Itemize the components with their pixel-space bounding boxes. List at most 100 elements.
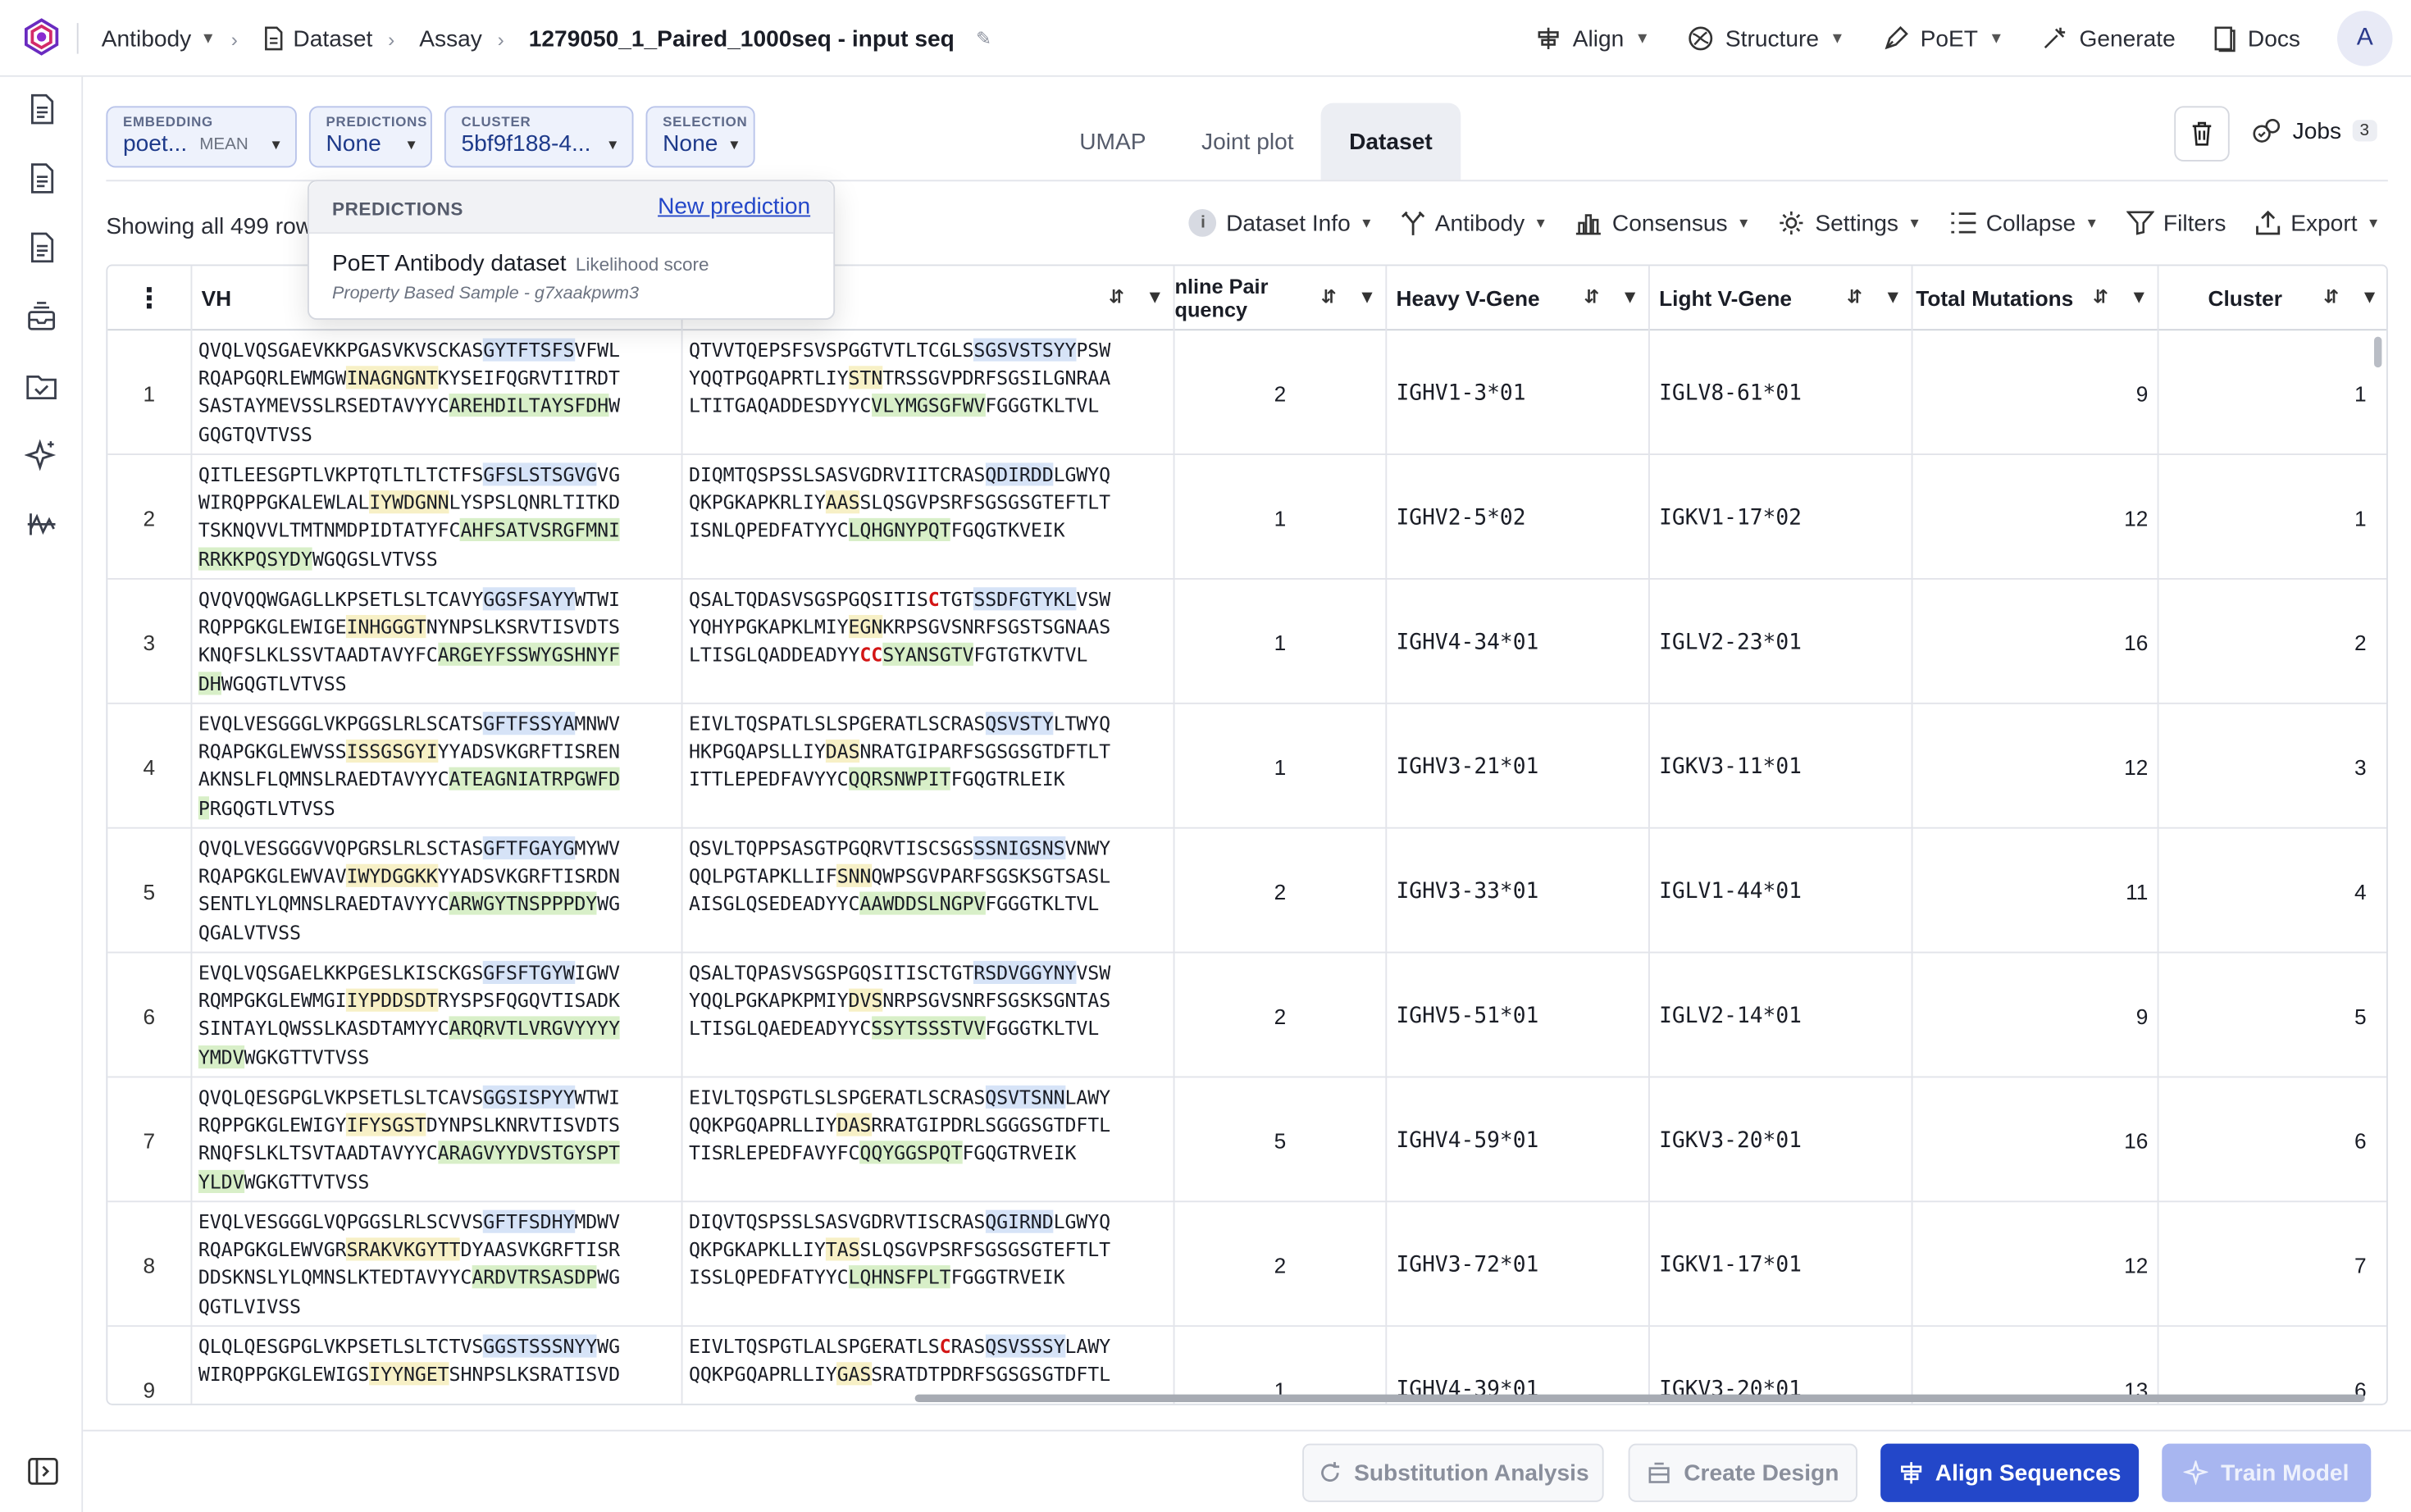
vl-cell[interactable]: QSALTQPASVSGSPGQSITISCTGTRSDVGGYNYVSW YQ… (683, 953, 1175, 1078)
app-logo-icon[interactable] (21, 17, 62, 57)
nav-structure[interactable]: Structure ▼ (1687, 25, 1845, 52)
table-row[interactable]: 3 QVQVQQWGAGLLKPSETLSLTCAVYGGSFSAYYWTWI R… (107, 579, 2386, 704)
embedding-select[interactable]: EMBEDDING poet... MEAN ▼ (106, 106, 297, 168)
vertical-scrollbar[interactable] (2374, 336, 2382, 368)
vh-cell[interactable]: QITLEESGPTLVKPTQTLTLTCTFSGFSLSTSGVGVG WI… (192, 455, 683, 580)
breadcrumb-antibody[interactable]: Antibody ▼ (102, 25, 216, 52)
vh-cell[interactable]: EVQLVESGGGLVQPGGSLRLSCVVSGFTFSDHYMDWV RQ… (192, 1202, 683, 1328)
breadcrumb-assay[interactable]: › Assay (372, 25, 482, 52)
cdr3-region: LQHGNYPQT (848, 518, 951, 542)
folder-check-icon[interactable] (25, 369, 58, 403)
nav-generate[interactable]: Generate (2041, 25, 2176, 52)
table-row[interactable]: 1 QVQLVQSGAEVKKPGASVKVSCKASGYTFTSFSVFWL R… (107, 330, 2386, 455)
view-tabs: UMAP Joint plot Dataset (1052, 102, 1461, 180)
column-header-cluster[interactable]: Cluster ⇵ ▼ (2159, 266, 2387, 330)
horizontal-scrollbar[interactable] (914, 1394, 2365, 1402)
tab-dataset[interactable]: Dataset (1321, 102, 1461, 180)
prediction-option[interactable]: PoET Antibody dataset Likelihood score (332, 251, 709, 277)
predictions-select[interactable]: PREDICTIONS None ▼ (308, 106, 432, 168)
cdr1-region: GGSISPYY (483, 1085, 575, 1109)
nav-poet[interactable]: PoET ▼ (1882, 25, 2004, 52)
table-row[interactable]: 4 EVQLVESGGGLVKPGGSLRLSCATSGFTFSSYAMNWV R… (107, 704, 2386, 829)
vh-cell[interactable]: EVQLVESGGGLVKPGGSLRLSCATSGFTFSSYAMNWV RQ… (192, 704, 683, 829)
column-header-light-vgene[interactable]: Light V-Gene ⇵ ▼ (1650, 266, 1913, 331)
column-header-pair-frequency[interactable]: nline Pair quency ⇵ ▼ (1175, 266, 1388, 331)
document-icon[interactable] (25, 162, 58, 195)
export-button[interactable]: Export ▼ (2254, 209, 2381, 237)
edit-pencil-icon[interactable]: ✎ (976, 28, 991, 49)
jobs-button[interactable]: Jobs 3 (2251, 117, 2377, 145)
table-row[interactable]: 2 QITLEESGPTLVKPTQTLTLTCTFSGFSLSTSGVGVG W… (107, 455, 2386, 580)
create-design-button[interactable]: Create Design (1628, 1443, 1857, 1502)
filter-icon[interactable]: ▼ (2130, 286, 2148, 307)
vl-cell[interactable]: EIVLTQSPGTLALSPGERATLSCRASQSVSSSYLAWY QQ… (683, 1327, 1175, 1404)
inbox-stack-icon[interactable] (25, 300, 58, 334)
vl-cell[interactable]: DIQMTQSPSSLSASVGDRVIITCRASQDIRDDLGWYQ QK… (683, 455, 1175, 580)
cdr3-region: QQYGGSPQT (859, 1141, 963, 1165)
substitution-analysis-button[interactable]: Substitution Analysis (1302, 1443, 1604, 1502)
light-vgene-cell: IGLV1-44*01 (1650, 828, 1913, 954)
sort-icon[interactable]: ⇵ (1584, 286, 1599, 307)
breadcrumb-dataset[interactable]: › Dataset (216, 25, 373, 52)
vl-cell[interactable]: EIVLTQSPGTLSLSPGERATLSCRASQSVTSNNLAWY QQ… (683, 1077, 1175, 1203)
column-header-total-mutations[interactable]: Total Mutations ⇵ ▼ (1913, 266, 2159, 331)
filter-icon[interactable]: ▼ (1884, 286, 1902, 307)
sort-icon[interactable]: ⇵ (2323, 286, 2339, 307)
table-row[interactable]: 8 EVQLVESGGGLVQPGGSLRLSCVVSGFTFSDHYMDWV R… (107, 1202, 2386, 1328)
column-header-heavy-vgene[interactable]: Heavy V-Gene ⇵ ▼ (1387, 266, 1650, 331)
sort-icon[interactable]: ⇵ (1321, 286, 1337, 309)
avatar[interactable]: A (2337, 11, 2393, 66)
table-row[interactable]: 9 QLQLQESGPGLVKPSETLSLTCTVSGGSTSSSNYYWG W… (107, 1327, 2386, 1404)
nav-docs[interactable]: Docs (2213, 25, 2300, 52)
vh-cell[interactable]: QVQLVESGGGVVQPGRSLRLSCTASGFTFGAYGMYWV RQ… (192, 828, 683, 954)
vl-cell[interactable]: QTVVTQEPSFSVSPGGTVTLTCGLSSGSVSTSYYPSW YQ… (683, 330, 1175, 455)
table-row[interactable]: 5 QVQLVESGGGVVQPGRSLRLSCTASGFTFGAYGMYWV R… (107, 828, 2386, 954)
create-design-label: Create Design (1684, 1460, 1839, 1487)
sidebar-expand-icon[interactable] (28, 1457, 59, 1486)
vh-cell[interactable]: QVQVQQWGAGLLKPSETLSLTCAVYGGSFSAYYWTWI RQ… (192, 579, 683, 704)
vh-cell[interactable]: QVQLQESGPGLVKPSETLSLTCAVSGGSISPYYWTWI RQ… (192, 1077, 683, 1203)
table-row[interactable]: 7 QVQLQESGPGLVKPSETLSLTCAVSGGSISPYYWTWI R… (107, 1077, 2386, 1203)
vh-cell[interactable]: QLQLQESGPGLVKPSETLSLTCTVSGGSTSSSNYYWG WI… (192, 1327, 683, 1404)
filter-icon[interactable]: ▼ (1358, 286, 1376, 309)
document-list-icon[interactable] (25, 93, 58, 126)
filter-icon[interactable]: ▼ (2360, 286, 2378, 307)
antibody-button[interactable]: Antibody ▼ (1401, 209, 1547, 237)
vl-cell[interactable]: QSALTQDASVSGSPGQSITISCTGTSSDFGTYKLVSW YQ… (683, 579, 1175, 704)
filter-icon[interactable]: ▼ (1146, 286, 1164, 307)
heavy-vgene-cell: IGHV5-51*01 (1387, 953, 1650, 1078)
train-model-button[interactable]: Train Model (2162, 1443, 2372, 1502)
info-icon: i (1189, 209, 1217, 237)
filters-button[interactable]: Filters (2126, 210, 2226, 236)
filter-icon[interactable]: ▼ (1620, 286, 1638, 307)
vl-cell[interactable]: DIQVTQSPSSLSASVGDRVTISCRASQGIRNDLGWYQ QK… (683, 1202, 1175, 1328)
vl-cell[interactable]: EIVLTQSPATLSLSPGERATLSCRASQSVSTYLTWYQ HK… (683, 704, 1175, 829)
delete-button[interactable] (2174, 106, 2230, 162)
cluster-select[interactable]: CLUSTER 5bf9f188-4... ▼ (444, 106, 634, 168)
nav-align[interactable]: Align ▼ (1534, 25, 1650, 52)
settings-button[interactable]: Settings ▼ (1778, 209, 1921, 237)
sort-icon[interactable]: ⇵ (1109, 286, 1124, 307)
cdr1-region: GYTFTSFS (483, 338, 575, 362)
chevron-down-icon: ▼ (605, 136, 620, 153)
sparkle-icon[interactable] (25, 438, 58, 471)
consensus-button[interactable]: Consensus ▼ (1575, 210, 1751, 236)
sort-icon[interactable]: ⇵ (2093, 286, 2108, 307)
align-sequences-button[interactable]: Align Sequences (1880, 1443, 2140, 1502)
tab-joint-plot[interactable]: Joint plot (1174, 103, 1321, 180)
vl-cell[interactable]: QSVLTQPPSASGTPGQRVTISCSGSSSNIGSNSVNWY QQ… (683, 828, 1175, 954)
new-prediction-link[interactable]: New prediction (658, 194, 810, 220)
vh-cell[interactable]: EVQLVQSGAELKKPGESLKISCKGSGFSFTGYWIGWV RQ… (192, 953, 683, 1078)
column-menu[interactable]: ⋮ (107, 266, 193, 331)
chart-line-icon[interactable] (25, 508, 58, 541)
collapse-button[interactable]: Collapse ▼ (1949, 210, 2099, 236)
align-sequences-label: Align Sequences (1935, 1460, 2122, 1487)
tab-umap[interactable]: UMAP (1052, 103, 1174, 180)
vh-cell[interactable]: QVQLVQSGAEVKKPGASVKVSCKASGYTFTSFSVFWL RQ… (192, 330, 683, 455)
sort-icon[interactable]: ⇵ (1847, 286, 1862, 307)
file-text-icon[interactable] (25, 230, 58, 264)
cdr2-region: INHGGGT (346, 615, 426, 639)
table-row[interactable]: 6 EVQLVQSGAELKKPGESLKISCKGSGFSFTGYWIGWV R… (107, 953, 2386, 1078)
selection-select[interactable]: SELECTION None ▼ (645, 106, 755, 168)
dataset-info-button[interactable]: i Dataset Info ▼ (1189, 209, 1374, 237)
